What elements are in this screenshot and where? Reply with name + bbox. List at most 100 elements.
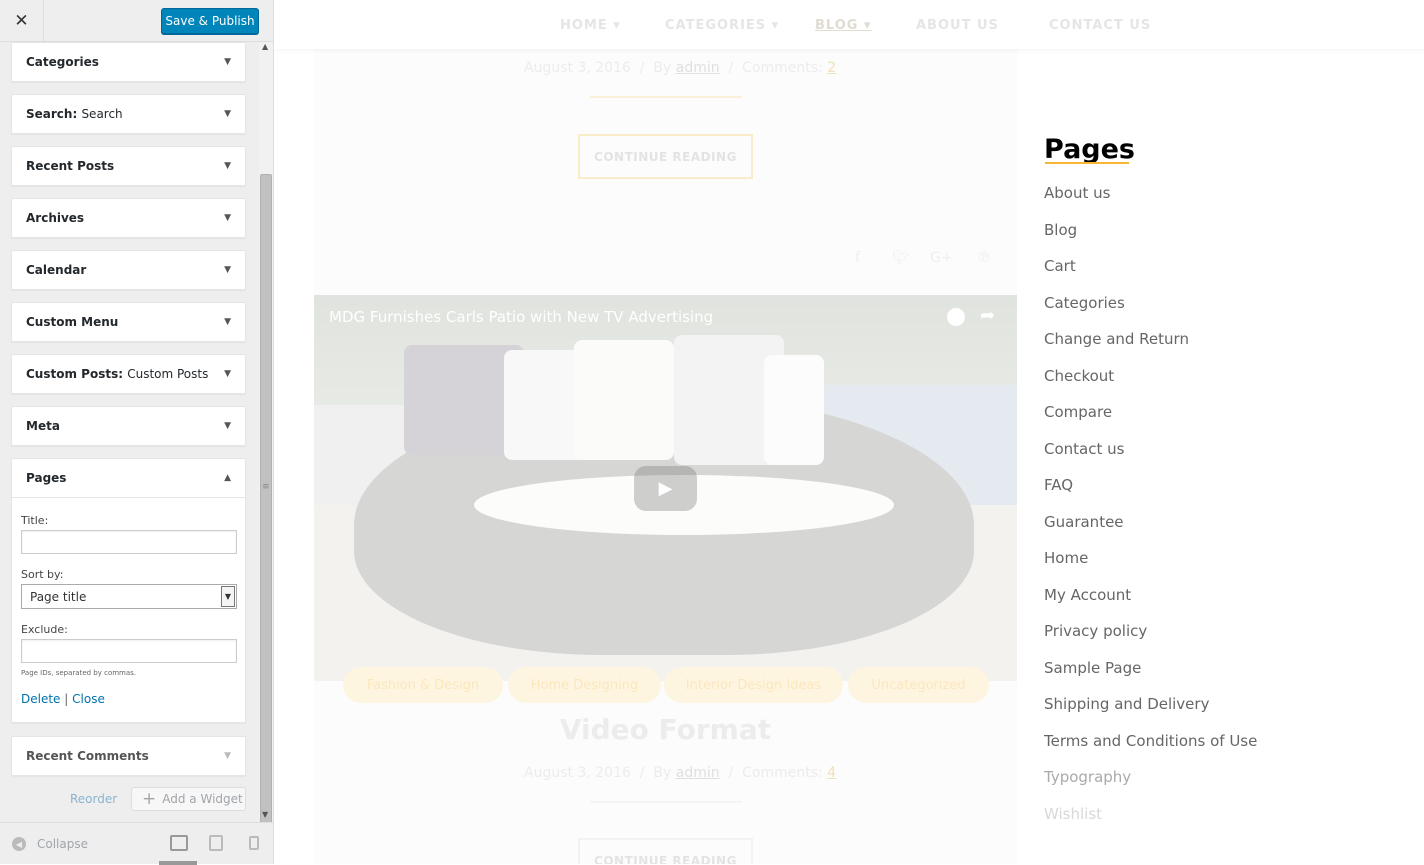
widget-title: Meta [26, 419, 60, 433]
sidebar-page-link[interactable]: Contact us [1044, 440, 1124, 458]
by-label: By [653, 60, 672, 76]
sidebar-page-link[interactable]: Typography [1044, 768, 1131, 786]
sidebar-page-link[interactable]: Shipping and Delivery [1044, 695, 1209, 713]
expand-arrow-icon[interactable]: ▼ [224, 213, 231, 223]
widget-custom-posts[interactable]: Custom Posts: Custom Posts ▼ [11, 354, 246, 394]
reorder-link[interactable]: Reorder [70, 792, 117, 806]
plus-icon: + [142, 789, 157, 809]
by-label: By [653, 765, 672, 781]
customizer-panel: ✕ Save & Publish Categories ▼ Search: Sea… [0, 0, 274, 865]
widget-calendar[interactable]: Calendar ▼ [11, 250, 246, 290]
sidebar-page-link[interactable]: Wishlist [1044, 805, 1102, 823]
dropdown-arrow-icon[interactable]: ▼ [221, 586, 235, 607]
expand-arrow-icon[interactable]: ▼ [224, 369, 231, 379]
expand-arrow-icon[interactable]: ▼ [224, 265, 231, 275]
sidebar-page-link[interactable]: FAQ [1044, 476, 1073, 494]
scroll-up-arrow-icon[interactable]: ▲ [262, 42, 268, 51]
continue-reading-button[interactable]: CONTINUE READING [578, 838, 753, 864]
close-icon: ✕ [14, 11, 29, 31]
site-preview: HOME ▾ CATEGORIES ▾ BLOG ▾ ABOUT US CONT… [274, 0, 1424, 864]
comments-count[interactable]: 4 [827, 765, 836, 781]
nav-categories[interactable]: CATEGORIES ▾ [665, 18, 779, 33]
widget-pages-header[interactable]: Pages ▲ [12, 459, 245, 497]
exclude-input[interactable] [21, 639, 237, 663]
sidebar-page-link[interactable]: Checkout [1044, 367, 1114, 385]
author-link[interactable]: admin [676, 765, 720, 781]
author-link[interactable]: admin [676, 60, 720, 76]
comments-label: Comments: [742, 60, 823, 76]
facebook-icon[interactable]: f [855, 250, 860, 266]
scroll-thumb[interactable] [260, 174, 272, 846]
video-embed[interactable]: MDG Furnishes Carls Patio with New TV Ad… [314, 295, 1017, 681]
nav-contact-us[interactable]: CONTACT US [1049, 18, 1151, 33]
widget-recent-posts[interactable]: Recent Posts ▼ [11, 146, 246, 186]
expand-arrow-icon[interactable]: ▼ [224, 109, 231, 119]
watch-later-icon[interactable] [947, 308, 965, 326]
pinterest-icon[interactable]: ℗ [977, 250, 991, 266]
close-link[interactable]: Close [72, 692, 105, 706]
desktop-preview-icon[interactable] [170, 835, 188, 851]
widget-search[interactable]: Search: Search ▼ [11, 94, 246, 134]
add-widget-label: Add a Widget [162, 792, 243, 806]
expand-arrow-icon[interactable]: ▼ [224, 161, 231, 171]
sidebar-page-link[interactable]: About us [1044, 184, 1110, 202]
twitter-icon[interactable]: 🐦︎ [892, 250, 910, 266]
nav-blog[interactable]: BLOG ▾ [815, 18, 872, 33]
tag-uncategorized[interactable]: Uncategorized [848, 667, 989, 703]
sidebar-page-link[interactable]: Sample Page [1044, 659, 1141, 677]
expand-arrow-icon[interactable]: ▼ [224, 751, 231, 761]
widget-custom-menu[interactable]: Custom Menu ▼ [11, 302, 246, 342]
post-date: August 3, 2016 [524, 60, 631, 76]
video-title[interactable]: MDG Furnishes Carls Patio with New TV Ad… [329, 308, 713, 326]
sidebar-page-link[interactable]: Home [1044, 549, 1088, 567]
collapse-arrow-icon[interactable]: ▲ [224, 473, 231, 483]
sidebar-page-link[interactable]: Compare [1044, 403, 1112, 421]
google-plus-icon[interactable]: G+ [930, 250, 953, 266]
sidebar-page-link[interactable]: Privacy policy [1044, 622, 1147, 640]
sidebar-page-link[interactable]: Cart [1044, 257, 1076, 275]
nav-about-us[interactable]: ABOUT US [916, 18, 999, 33]
sidebar-page-link[interactable]: Terms and Conditions of Use [1044, 732, 1257, 750]
tag-interior-design[interactable]: Interior Design Ideas [664, 667, 843, 703]
widget-meta[interactable]: Meta ▼ [11, 406, 246, 446]
collapse-button[interactable]: ◀ Collapse [12, 837, 88, 851]
mobile-preview-icon[interactable] [249, 836, 259, 850]
sidebar-page-link[interactable]: Guarantee [1044, 513, 1124, 531]
comments-count[interactable]: 2 [827, 60, 836, 76]
sidebar-page-link[interactable]: My Account [1044, 586, 1131, 604]
widget-categories[interactable]: Categories ▼ [11, 42, 246, 82]
delete-link[interactable]: Delete [21, 692, 60, 706]
widget-recent-comments[interactable]: Recent Comments ▼ [11, 736, 246, 776]
widget-title: Custom Menu [26, 315, 119, 329]
widget-title: Calendar [26, 263, 87, 277]
close-customizer-button[interactable]: ✕ [0, 0, 44, 42]
tag-home-designing[interactable]: Home Designing [508, 667, 661, 703]
sortby-select[interactable]: Page title ▼ [21, 584, 237, 609]
expand-arrow-icon[interactable]: ▼ [224, 57, 231, 67]
sidebar-page-link[interactable]: Categories [1044, 294, 1125, 312]
widget-subtitle: Custom Posts [127, 367, 209, 381]
sidebar-page-link[interactable]: Blog [1044, 221, 1077, 239]
widget-scrollbar[interactable]: ▲ ≡ ▼ [259, 42, 273, 846]
widget-pages: Pages ▲ Title: Sort by: Page title ▼ Excl… [11, 458, 246, 723]
widget-pages-form: Title: Sort by: Page title ▼ Exclude: Pa… [12, 497, 245, 706]
main-navigation: HOME ▾ CATEGORIES ▾ BLOG ▾ ABOUT US CONT… [274, 0, 1424, 49]
scroll-down-arrow-icon[interactable]: ▼ [262, 810, 268, 819]
nav-home[interactable]: HOME ▾ [560, 18, 621, 33]
add-widget-button[interactable]: + Add a Widget [131, 787, 246, 811]
widget-title: Custom Posts [26, 367, 119, 381]
tablet-preview-icon[interactable] [209, 835, 223, 851]
title-input[interactable] [21, 530, 237, 554]
widget-title: Archives [26, 211, 85, 225]
tag-fashion-design[interactable]: Fashion & Design [343, 667, 503, 703]
play-button[interactable]: ▶ [634, 466, 697, 511]
expand-arrow-icon[interactable]: ▼ [224, 421, 231, 431]
continue-reading-button[interactable]: CONTINUE READING [578, 134, 753, 179]
sidebar-page-link[interactable]: Change and Return [1044, 330, 1189, 348]
share-arrow-icon[interactable]: ➦ [980, 305, 995, 326]
post-title[interactable]: Video Format [314, 713, 1017, 746]
expand-arrow-icon[interactable]: ▼ [224, 317, 231, 327]
widget-title: Pages [26, 471, 67, 485]
save-publish-button[interactable]: Save & Publish [161, 8, 259, 34]
widget-archives[interactable]: Archives ▼ [11, 198, 246, 238]
